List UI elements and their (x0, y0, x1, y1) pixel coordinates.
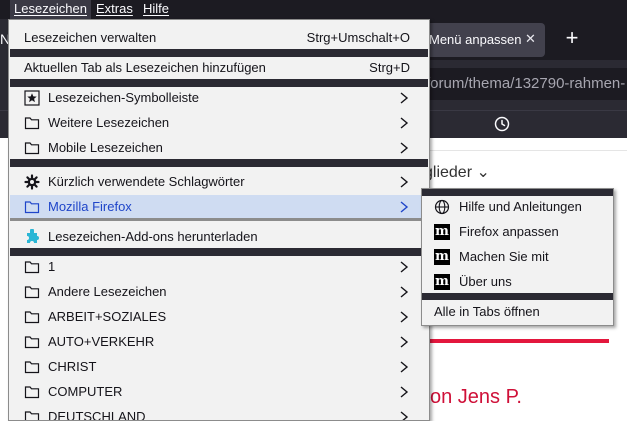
folder-item[interactable]: COMPUTER (10, 380, 428, 404)
menu-item-label: Weitere Lesezeichen (48, 115, 170, 130)
menu-item-label: AUTO+VERKEHR (48, 334, 155, 349)
chevron-right-icon (400, 286, 409, 298)
new-tab-button[interactable]: + (560, 27, 584, 51)
folder-icon (24, 336, 40, 349)
tab-title: Menü anpassen (429, 32, 522, 47)
get-bookmark-addons-item[interactable]: Lesezeichen-Add-ons herunterladen (10, 225, 428, 249)
about-us-item[interactable]: m Über uns (422, 270, 613, 294)
menu-item-label: ARBEIT+SOZIALES (48, 309, 167, 324)
chevron-right-icon (400, 117, 409, 129)
menu-item-label: COMPUTER (48, 384, 123, 399)
help-link-item[interactable]: Hilfe und Anleitungen (422, 195, 613, 219)
mozilla-firefox-submenu: Hilfe und Anleitungen m Firefox anpassen… (421, 188, 614, 326)
tab-active[interactable]: Menü anpassen ✕ (425, 23, 545, 57)
folder-item[interactable]: CHRIST (10, 355, 428, 379)
folder-item[interactable]: 1 (10, 255, 428, 279)
chevron-right-icon (400, 311, 409, 323)
recent-tags-item[interactable]: Kürzlich verwendete Schlagwörter (10, 170, 428, 194)
mozilla-logo-icon: m (434, 274, 450, 290)
folder-item[interactable]: Andere Lesezeichen (10, 280, 428, 304)
mozilla-firefox-folder[interactable]: Mozilla Firefox (10, 195, 428, 219)
other-bookmarks-folder[interactable]: Weitere Lesezeichen (10, 111, 428, 135)
accent-bar (425, 339, 609, 343)
close-icon[interactable]: ✕ (525, 31, 536, 47)
menu-item-label: Andere Lesezeichen (48, 284, 167, 299)
menu-bar: Lesezeichen Extras Hilfe (0, 0, 627, 19)
members-link[interactable]: glieder ⌄ (424, 162, 490, 182)
gear-icon (24, 174, 40, 190)
chevron-right-icon (400, 336, 409, 348)
menu-item-label: CHRIST (48, 359, 97, 374)
menu-item-label: 1 (48, 259, 56, 274)
menu-item-label: Kürzlich verwendete Schlagwörter (48, 174, 245, 189)
menu-hilfe[interactable]: Hilfe (139, 0, 173, 19)
chevron-right-icon (400, 361, 409, 373)
star-box-icon (24, 90, 40, 106)
author-heading: on Jens P. (430, 386, 522, 408)
folder-icon (24, 386, 40, 399)
manage-bookmarks-item[interactable]: Lesezeichen verwalten Strg+Umschalt+O (10, 26, 428, 50)
customize-firefox-item[interactable]: m Firefox anpassen (422, 220, 613, 244)
chevron-right-icon (400, 176, 409, 188)
menu-lesezeichen[interactable]: Lesezeichen (10, 0, 91, 19)
menu-item-label: Lesezeichen-Add-ons herunterladen (48, 229, 258, 244)
chevron-right-icon (400, 261, 409, 273)
menu-item-label: Alle in Tabs öffnen (434, 304, 540, 319)
folder-icon (24, 286, 40, 299)
menu-extras[interactable]: Extras (92, 0, 137, 19)
menu-item-label: Mozilla Firefox (48, 199, 132, 214)
folder-icon (24, 117, 40, 130)
menu-item-label: Über uns (459, 274, 512, 289)
chevron-right-icon (400, 92, 409, 104)
clock-icon[interactable] (494, 116, 510, 132)
folder-item[interactable]: AUTO+VERKEHR (10, 330, 428, 354)
get-involved-item[interactable]: m Machen Sie mit (422, 245, 613, 269)
chevron-right-icon (400, 386, 409, 398)
chevron-right-icon (400, 201, 409, 213)
folder-icon (24, 201, 40, 214)
bookmarks-menu: Lesezeichen verwalten Strg+Umschalt+O Ak… (8, 19, 430, 421)
url-text: forum/thema/132790-rahmen- (426, 75, 626, 92)
folder-icon (24, 311, 40, 324)
menu-item-label: Lesezeichen-Symbolleiste (48, 90, 200, 105)
open-all-in-tabs-item[interactable]: Alle in Tabs öffnen (422, 300, 613, 324)
shortcut-label: Strg+D (369, 60, 410, 75)
folder-icon (24, 411, 40, 420)
menu-item-label: Lesezeichen verwalten (24, 30, 157, 45)
folder-icon (24, 361, 40, 374)
folder-icon (24, 142, 40, 155)
menu-item-label: Machen Sie mit (459, 249, 549, 264)
chevron-right-icon (400, 142, 409, 154)
mozilla-logo-icon: m (434, 249, 450, 265)
chevron-right-icon (400, 411, 409, 420)
mozilla-logo-icon: m (434, 224, 450, 240)
add-bookmark-item[interactable]: Aktuellen Tab als Lesezeichen hinzufügen… (10, 56, 428, 80)
menu-separator (10, 218, 428, 221)
folder-icon (24, 261, 40, 274)
menu-item-label: DEUTSCHLAND (48, 409, 146, 421)
globe-icon (434, 199, 450, 215)
mobile-bookmarks-folder[interactable]: Mobile Lesezeichen (10, 136, 428, 160)
bookmarks-toolbar-folder[interactable]: Lesezeichen-Symbolleiste (10, 86, 428, 110)
url-input[interactable]: forum/thema/132790-rahmen- (410, 68, 627, 100)
menu-item-label: Hilfe und Anleitungen (459, 199, 582, 214)
menu-separator (422, 293, 613, 300)
menu-item-label: Mobile Lesezeichen (48, 140, 163, 155)
puzzle-icon (27, 229, 39, 243)
divider (420, 150, 627, 151)
menu-separator (10, 159, 428, 167)
shortcut-label: Strg+Umschalt+O (306, 30, 410, 45)
menu-item-label: Firefox anpassen (459, 224, 559, 239)
folder-item[interactable]: ARBEIT+SOZIALES (10, 305, 428, 329)
menu-item-label: Aktuellen Tab als Lesezeichen hinzufügen (24, 60, 266, 75)
folder-item[interactable]: DEUTSCHLAND (10, 405, 428, 421)
